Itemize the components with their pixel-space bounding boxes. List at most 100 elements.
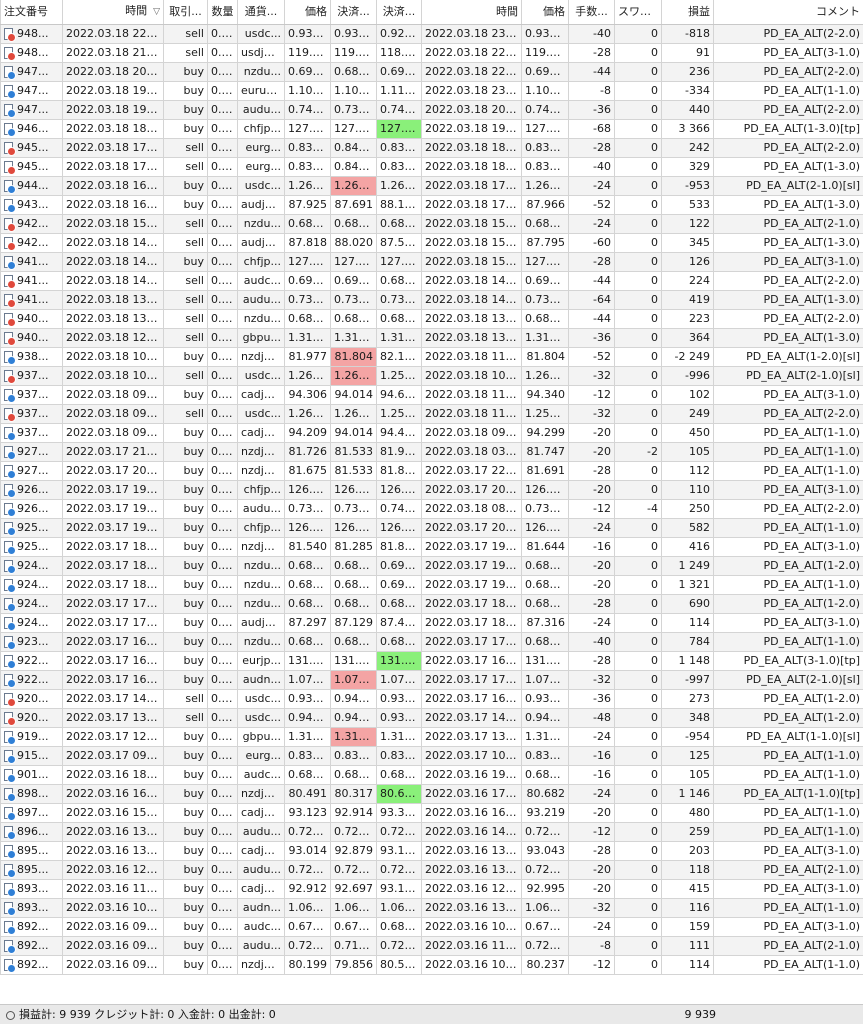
table-row[interactable]: 948... 2022.03.18 21:45...sell0.07usdjp..… xyxy=(0,42,863,63)
cell-commission: -8 xyxy=(568,935,615,956)
cell-commission: -24 xyxy=(568,517,615,538)
table-row[interactable]: 937... 2022.03.18 09:15...sell0.08usdc...… xyxy=(0,403,863,424)
table-row[interactable]: 897... 2022.03.16 15:15...buy0.05cadjp...… xyxy=(0,802,863,823)
cell-sl: 0.68379 xyxy=(330,593,377,614)
col-header-profit[interactable]: 損益 xyxy=(661,0,714,25)
cell-close-price: 0.93927 xyxy=(521,688,569,709)
table-row[interactable]: 893... 2022.03.16 11:15...buy0.05cadjp...… xyxy=(0,878,863,899)
table-row[interactable]: 927... 2022.03.17 21:00...buy0.05nzdjp...… xyxy=(0,441,863,462)
table-row[interactable]: 926... 2022.03.17 19:45...buy0.05chfjp...… xyxy=(0,479,863,500)
cell-sl: 1.07035 xyxy=(330,669,377,690)
cell-profit: 102 xyxy=(661,384,714,405)
table-row[interactable]: 940... 2022.03.18 12:15...sell0.09gbpu...… xyxy=(0,327,863,348)
table-row[interactable]: 892... 2022.03.16 09:15...buy0.03nzdjp...… xyxy=(0,954,863,975)
cell-commission: -20 xyxy=(568,555,615,576)
cell-symbol: nzdu... xyxy=(237,61,285,82)
table-row[interactable]: 924...2022.03.17 17:30...buy0.07nzdu...0… xyxy=(0,593,863,614)
table-row[interactable]: 947... 2022.03.18 19:45...buy0.02eurus...… xyxy=(0,80,863,101)
col-header-comment[interactable]: コメント xyxy=(713,0,863,25)
table-row[interactable]: 924... 2022.03.17 17:30...buy0.06audjp...… xyxy=(0,612,863,633)
cell-open-time: 2022.03.18 10:45... xyxy=(62,346,164,367)
buy-order-icon xyxy=(4,103,16,118)
table-row[interactable]: 919...2022.03.17 12:45...buy0.06gbpu...1… xyxy=(0,726,863,747)
cell-sl: 126.532 xyxy=(330,479,377,500)
table-row[interactable]: 927... 2022.03.17 20:30...buy0.07nzdjp...… xyxy=(0,460,863,481)
table-row[interactable]: 945... 2022.03.18 17:15...sell0.10eurg...… xyxy=(0,156,863,177)
table-row[interactable]: 896...2022.03.16 13:45...buy0.03audu...0… xyxy=(0,821,863,842)
table-row[interactable]: 940... 2022.03.18 13:00...sell0.11nzdu...… xyxy=(0,308,863,329)
cell-volume: 0.07 xyxy=(207,460,238,481)
col-header-swap[interactable]: スワップ xyxy=(614,0,662,25)
col-header-type[interactable]: 取引... xyxy=(163,0,208,25)
cell-symbol: usdc... xyxy=(237,365,285,386)
table-row[interactable]: 942... 2022.03.18 14:30...sell0.15audjp..… xyxy=(0,232,863,253)
cell-open-time: 2022.03.17 19:45... xyxy=(62,479,164,500)
buy-order-icon xyxy=(4,863,16,878)
table-row[interactable]: 926...2022.03.17 19:30...buy0.03audu...0… xyxy=(0,498,863,519)
col-header-order[interactable]: 注文番号 xyxy=(0,0,63,25)
table-row[interactable]: 942... 2022.03.18 15:00...sell0.06nzdu...… xyxy=(0,213,863,234)
table-row[interactable]: 937... 2022.03.18 09:45...buy0.03cadjp...… xyxy=(0,384,863,405)
table-row[interactable]: 941... 2022.03.18 14:00...sell0.11audc...… xyxy=(0,270,863,291)
table-row[interactable]: 895... 2022.03.16 13:00...buy0.07cadjp...… xyxy=(0,840,863,861)
buy-order-icon xyxy=(4,559,16,574)
order-number: 901... xyxy=(17,767,49,781)
table-row[interactable]: 925... 2022.03.17 18:30...buy0.04nzdjp...… xyxy=(0,536,863,557)
col-header-tp[interactable]: 決済... xyxy=(376,0,422,25)
cell-close-price: 0.94000 xyxy=(521,707,569,728)
table-row[interactable]: 924...2022.03.17 18:15...buy0.05nzdu...0… xyxy=(0,555,863,576)
cell-sl: 81.533 xyxy=(330,441,377,462)
cell-order: 940... xyxy=(0,308,63,329)
cell-type: sell xyxy=(163,327,208,348)
table-row[interactable]: 938... 2022.03.18 10:45...buy0.13nzdjp...… xyxy=(0,346,863,367)
table-row[interactable]: 892...2022.03.16 09:45...buy0.06audc...0… xyxy=(0,916,863,937)
cell-open-time: 2022.03.17 19:15... xyxy=(62,517,164,538)
table-row[interactable]: 922...2022.03.17 16:00...buy0.08audn...1… xyxy=(0,669,863,690)
table-row[interactable]: 945... 2022.03.18 17:45...sell0.07eurg...… xyxy=(0,137,863,158)
col-header-sl[interactable]: 決済... xyxy=(330,0,377,25)
col-header-close-price[interactable]: 価格 xyxy=(521,0,569,25)
table-row[interactable]: 915...2022.03.17 09:15...buy0.04eurg...0… xyxy=(0,745,863,766)
cell-swap: 0 xyxy=(614,479,662,500)
table-row[interactable]: 941... 2022.03.18 13:45...sell0.16audu...… xyxy=(0,289,863,310)
col-header-commission[interactable]: 手数... xyxy=(568,0,615,25)
col-header-open-time[interactable]: 時間 ▽ xyxy=(62,0,164,25)
cell-type: buy xyxy=(163,460,208,481)
sort-desc-icon[interactable]: ▽ xyxy=(153,7,160,17)
cell-open-price: 81.977 xyxy=(284,346,331,367)
col-header-close-time[interactable]: 時間 xyxy=(421,0,522,25)
cell-close-price: 0.67912 xyxy=(521,916,569,937)
cell-tp: 0.68524 xyxy=(376,764,422,785)
table-row[interactable]: 920... 2022.03.17 13:45...sell0.12usdc...… xyxy=(0,707,863,728)
cell-close-time: 2022.03.16 13:30... xyxy=(421,859,522,880)
table-row[interactable]: 947...2022.03.18 20:30...buy0.11nzdu...0… xyxy=(0,61,863,82)
table-row[interactable]: 946... 2022.03.18 18:45...buy0.17chfjp...… xyxy=(0,118,863,139)
table-row[interactable]: 943... 2022.03.18 16:15...buy0.13audjp...… xyxy=(0,194,863,215)
table-row[interactable]: 893...2022.03.16 10:45...buy0.08audn...1… xyxy=(0,897,863,918)
order-number: 947... xyxy=(17,64,49,78)
col-header-volume[interactable]: 数量 xyxy=(207,0,238,25)
cell-order: 897... xyxy=(0,802,63,823)
table-row[interactable]: 895...2022.03.16 12:45...buy0.05audu...0… xyxy=(0,859,863,880)
cell-tp: 88.182 xyxy=(376,194,422,215)
cell-swap: 0 xyxy=(614,99,662,120)
table-row[interactable]: 892...2022.03.16 09:30...buy0.02audu...0… xyxy=(0,935,863,956)
table-row[interactable]: 924...2022.03.17 18:15...buy0.05nzdu...0… xyxy=(0,574,863,595)
order-number: 944... xyxy=(17,178,49,192)
table-row[interactable]: 941... 2022.03.18 14:15...buy0.07chfjp...… xyxy=(0,251,863,272)
table-row[interactable]: 937... 2022.03.18 10:00...sell0.08usdc...… xyxy=(0,365,863,386)
table-row[interactable]: 937... 2022.03.18 09:00...buy0.05cadjp...… xyxy=(0,422,863,443)
col-header-open-price[interactable]: 価格 xyxy=(284,0,331,25)
col-header-symbol[interactable]: 通貨... xyxy=(237,0,285,25)
cell-close-time: 2022.03.18 17:03... xyxy=(421,175,522,196)
table-row[interactable]: 922... 2022.03.17 16:15...buy0.07eurjp...… xyxy=(0,650,863,671)
table-row[interactable]: 944...2022.03.18 16:45...buy0.06usdc...1… xyxy=(0,175,863,196)
table-row[interactable]: 920... 2022.03.17 14:45...sell0.09usdc...… xyxy=(0,688,863,709)
table-row[interactable]: 947...2022.03.18 19:15...buy0.09audu...0… xyxy=(0,99,863,120)
table-row[interactable]: 923...2022.03.17 16:45...buy0.10nzdu...0… xyxy=(0,631,863,652)
cell-commission: -36 xyxy=(568,688,615,709)
table-row[interactable]: 925... 2022.03.17 19:15...buy0.06chfjp...… xyxy=(0,517,863,538)
table-row[interactable]: 898... 2022.03.16 16:30...buy0.06nzdjp...… xyxy=(0,783,863,804)
table-row[interactable]: 901...2022.03.16 18:15...buy0.04audc...0… xyxy=(0,764,863,785)
table-row[interactable]: 948... 2022.03.18 22:45...sell0.10usdc...… xyxy=(0,23,863,44)
